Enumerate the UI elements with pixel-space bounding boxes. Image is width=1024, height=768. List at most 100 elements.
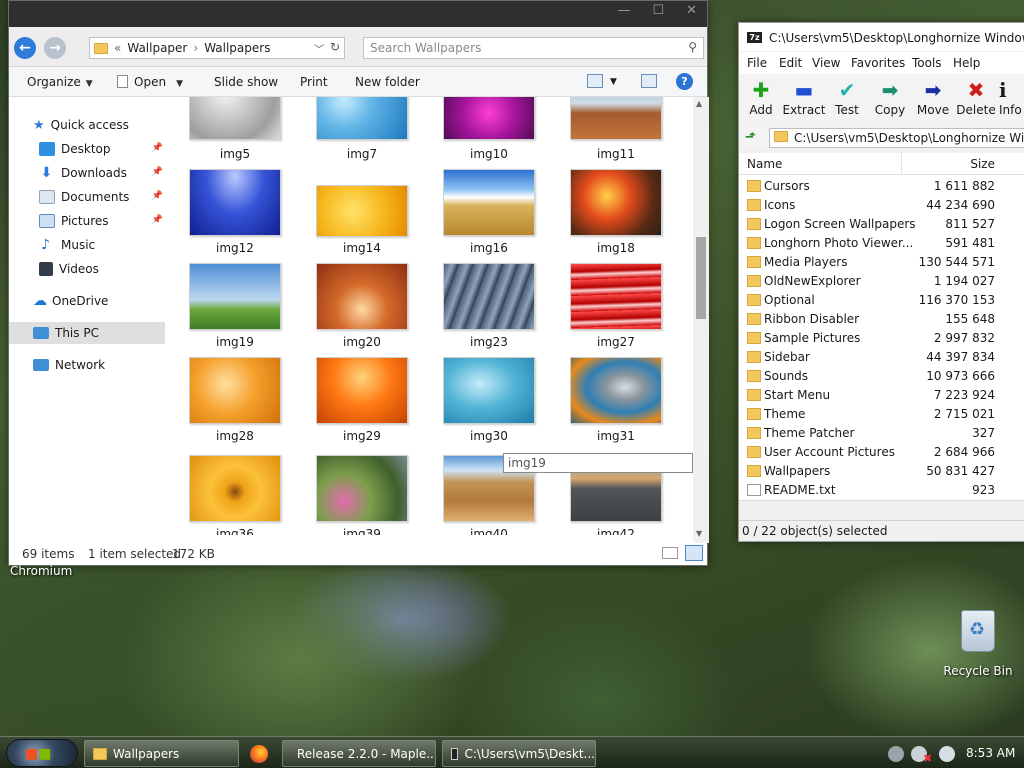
breadcrumb-separator-icon[interactable]: › (193, 41, 198, 55)
menu-tools[interactable]: Tools (912, 56, 942, 70)
vertical-scrollbar[interactable]: ▲ ▼ (693, 97, 709, 543)
thumbnail-image[interactable] (570, 169, 662, 236)
copy-button[interactable]: ➡ Copy (868, 77, 912, 121)
maximize-icon[interactable]: ☐ (652, 3, 664, 18)
thumbnail-image[interactable] (443, 263, 535, 330)
close-icon[interactable]: ✕ (686, 3, 697, 18)
move-button[interactable]: ➡ Move (911, 77, 955, 121)
file-row[interactable]: Optional 116 370 153 (739, 291, 1024, 310)
clock[interactable]: 8:53 AM (966, 746, 1015, 760)
sevenzip-titlebar[interactable]: 7z C:\Users\vm5\Desktop\Longhornize Wind… (739, 23, 1024, 51)
thumbnail-label[interactable]: img23 (429, 335, 549, 349)
thumbnail-image[interactable] (443, 97, 535, 140)
slideshow-button[interactable]: Slide show (214, 75, 278, 89)
thumbnail-label[interactable]: img20 (302, 335, 422, 349)
thumbnail-label[interactable]: img10 (429, 147, 549, 161)
desktop-icon-label-chromium[interactable]: Chromium (10, 564, 72, 578)
menu-edit[interactable]: Edit (779, 56, 802, 70)
firefox-icon[interactable] (250, 745, 268, 763)
file-row[interactable]: Theme Patcher 327 (739, 424, 1024, 443)
task-button-explorer[interactable]: Wallpapers (84, 740, 239, 767)
file-row[interactable]: Start Menu 7 223 924 (739, 386, 1024, 405)
thumbnail-image[interactable] (316, 357, 408, 424)
thumbnail-label[interactable]: img29 (302, 429, 422, 443)
thumbnail-image[interactable] (316, 97, 408, 140)
column-name[interactable]: Name (747, 157, 782, 171)
column-size[interactable]: Size (970, 157, 995, 171)
help-button[interactable]: ? (676, 73, 693, 90)
file-row[interactable]: User Account Pictures 2 684 966 (739, 443, 1024, 462)
start-button[interactable]: ■■ (6, 739, 78, 767)
thumbnail-label[interactable]: img42 (556, 527, 676, 535)
thumbnail-label[interactable]: img5 (175, 147, 295, 161)
nav-item-videos[interactable]: Videos (9, 258, 165, 280)
test-button[interactable]: ✔ Test (825, 77, 869, 121)
search-input[interactable]: Search Wallpapers ⚲ (363, 37, 704, 59)
nav-item-network[interactable]: Network (9, 354, 165, 376)
thumbnail-label[interactable]: img30 (429, 429, 549, 443)
recycle-bin[interactable]: Recycle Bin (938, 610, 1018, 678)
thumbnail-label[interactable]: img16 (429, 241, 549, 255)
print-button[interactable]: Print (300, 75, 328, 89)
thumbnail-image[interactable] (316, 263, 408, 330)
thumbnail-label[interactable]: img18 (556, 241, 676, 255)
file-row[interactable]: Wallpapers 50 831 427 (739, 462, 1024, 481)
task-button-chrome[interactable]: Release 2.2.0 - Maple... (282, 740, 436, 767)
nav-item-downloads[interactable]: ⬇ Downloads 📌 (9, 162, 165, 184)
details-view-icon[interactable] (662, 547, 678, 559)
file-row[interactable]: Sounds 10 973 666 (739, 367, 1024, 386)
file-row[interactable]: Longhorn Photo Viewer... 591 481 (739, 234, 1024, 253)
file-row[interactable]: Ribbon Disabler 155 648 (739, 310, 1024, 329)
thumbnail-label[interactable]: img31 (556, 429, 676, 443)
breadcrumb-root[interactable]: Wallpaper (127, 41, 187, 55)
task-button-sevenzip[interactable]: C:\Users\vm5\Deskt... (442, 740, 596, 767)
thumbnail-image[interactable] (570, 357, 662, 424)
nav-item-quick-access[interactable]: ★ Quick access (9, 114, 165, 136)
thumbnail-image[interactable] (189, 455, 281, 522)
file-row[interactable]: Sample Pictures 2 997 832 (739, 329, 1024, 348)
file-row[interactable]: Logon Screen Wallpapers 811 527 (739, 215, 1024, 234)
thumbnail-image[interactable] (316, 455, 408, 522)
file-row[interactable]: Theme 2 715 021 (739, 405, 1024, 424)
menu-help[interactable]: Help (953, 56, 980, 70)
scroll-up-icon[interactable]: ▲ (696, 99, 702, 108)
thumbnail-image[interactable] (189, 97, 281, 140)
file-row[interactable]: Cursors 1 611 882 (739, 177, 1024, 196)
thumbnail-image[interactable] (189, 263, 281, 330)
search-icon[interactable]: ⚲ (688, 40, 697, 54)
thumbnail-image[interactable] (570, 263, 662, 330)
new-folder-button[interactable]: New folder (355, 75, 420, 89)
nav-item-documents[interactable]: Documents 📌 (9, 186, 165, 208)
thumbnail-label[interactable]: img7 (302, 147, 422, 161)
explorer-titlebar[interactable]: — ☐ ✕ (9, 1, 707, 27)
thumbnail-image[interactable] (443, 169, 535, 236)
minimize-icon[interactable]: — (617, 3, 630, 18)
nav-item-pictures[interactable]: Pictures 📌 (9, 210, 165, 232)
forward-button[interactable]: → (44, 37, 66, 59)
chevron-down-icon[interactable]: ﹀ (314, 41, 324, 56)
thumbnail-label[interactable]: img36 (175, 527, 295, 535)
breadcrumb-current[interactable]: Wallpapers (204, 41, 270, 55)
nav-item-this-pc[interactable]: This PC (9, 322, 165, 344)
refresh-icon[interactable]: ↻ (330, 40, 340, 54)
action-center-icon[interactable] (939, 746, 955, 762)
scrollbar-thumb[interactable] (696, 237, 706, 319)
nav-item-onedrive[interactable]: ☁ OneDrive (9, 290, 165, 312)
thumbnail-label[interactable]: img19 (175, 335, 295, 349)
thumbnail-image[interactable] (443, 357, 535, 424)
thumbnail-label[interactable]: img39 (302, 527, 422, 535)
address-box[interactable]: « Wallpaper › Wallpapers ﹀ ↻ (89, 37, 345, 59)
file-row[interactable]: README.txt 923 (739, 481, 1024, 500)
column-divider[interactable] (901, 153, 902, 175)
menu-file[interactable]: File (747, 56, 767, 70)
extract-button[interactable]: ▬ Extract (782, 77, 826, 121)
thumbnail-label[interactable]: img27 (556, 335, 676, 349)
up-folder-icon[interactable]: ⬏ (745, 130, 756, 145)
path-input[interactable]: C:\Users\vm5\Desktop\Longhornize Windows… (769, 128, 1024, 148)
file-row[interactable]: OldNewExplorer 1 194 027 (739, 272, 1024, 291)
menu-favorites[interactable]: Favorites (851, 56, 905, 70)
nav-item-music[interactable]: ♪ Music (9, 234, 165, 256)
organize-button[interactable]: Organize ▼ (27, 75, 93, 89)
thumbnail-label[interactable]: img12 (175, 241, 295, 255)
thumbnail-image[interactable] (570, 97, 662, 140)
